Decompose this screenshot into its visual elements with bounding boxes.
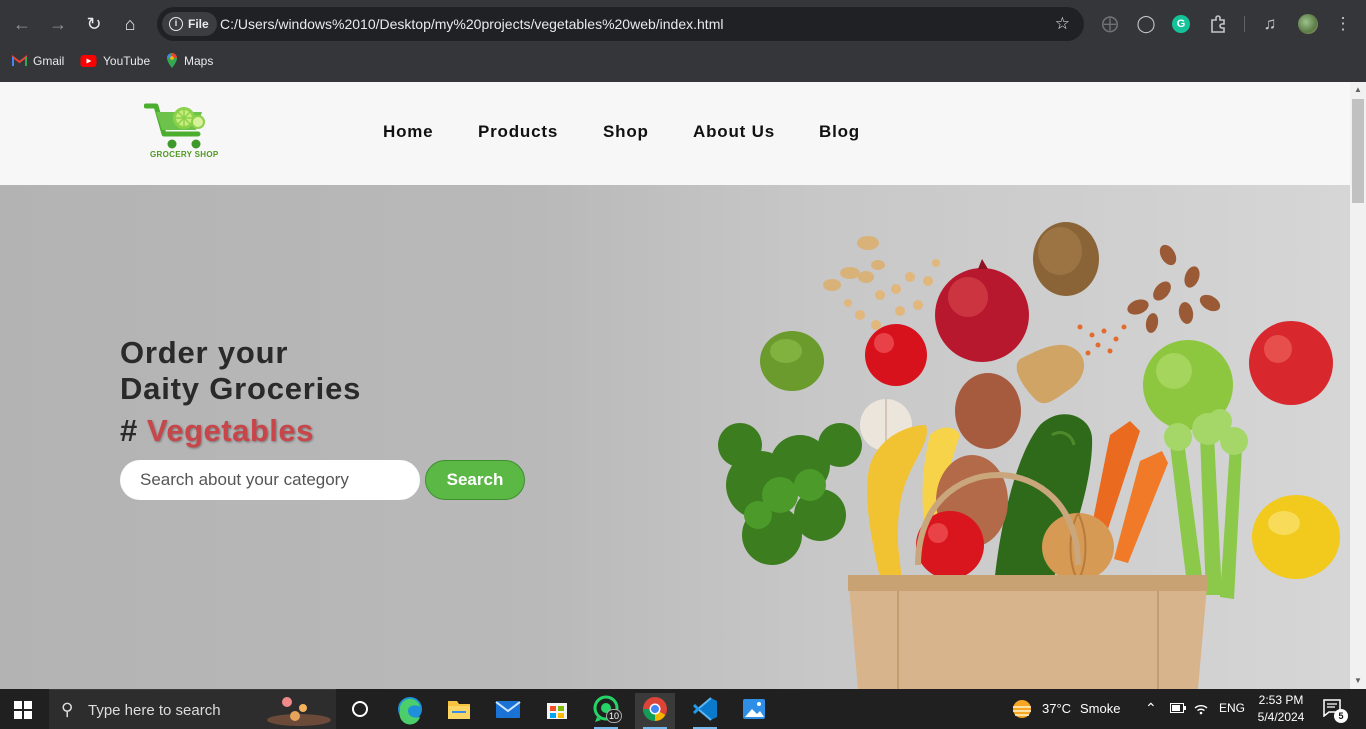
nav-blog[interactable]: Blog xyxy=(819,122,860,142)
whatsapp-icon[interactable]: 10 xyxy=(586,693,626,729)
back-arrow-icon[interactable]: ← xyxy=(10,12,34,36)
page-scrollbar[interactable]: ▲ ▼ xyxy=(1350,82,1366,689)
maps-icon xyxy=(167,53,177,69)
hero-title-line2: Daity Groceries xyxy=(120,371,362,406)
nav-shop[interactable]: Shop xyxy=(603,122,649,142)
weather-condition[interactable]: Smoke xyxy=(1080,701,1120,716)
hero-title-line1: Order your xyxy=(120,335,289,370)
chevron-up-icon[interactable]: ⌃ xyxy=(1145,700,1157,717)
home-icon[interactable]: ⌂ xyxy=(118,12,142,36)
info-icon: i xyxy=(169,17,183,31)
site-info-label: File xyxy=(188,17,209,31)
chrome-icon[interactable] xyxy=(635,693,675,729)
reload-icon[interactable]: ↻ xyxy=(82,12,106,36)
microsoft-store-icon[interactable] xyxy=(537,693,577,729)
bookmark-star-icon[interactable]: ☆ xyxy=(1055,14,1070,34)
bookmark-label: Gmail xyxy=(33,54,65,68)
vegetables-bag-image xyxy=(718,222,1340,689)
taskbar-search-box[interactable]: ⚲ Type here to search xyxy=(49,689,336,729)
bookmark-label: YouTube xyxy=(103,54,151,68)
clock-time: 2:53 PM xyxy=(1258,693,1304,707)
file-explorer-icon[interactable] xyxy=(439,693,479,729)
bookmarks-bar: Gmail YouTube Maps xyxy=(0,48,1366,74)
taskbar-clock[interactable]: 2:53 PM 5/4/2024 xyxy=(1252,692,1310,726)
nav-home[interactable]: Home xyxy=(383,122,433,142)
hero-tagline: # Vegetables xyxy=(120,413,314,449)
mail-icon[interactable] xyxy=(488,693,528,729)
compass-extension-icon[interactable]: ◯ xyxy=(1134,12,1158,36)
hero-accent-word: Vegetables xyxy=(146,413,314,448)
browser-chrome: ← → ↻ ⌂ i File C:/Users/windows%2010/Des… xyxy=(0,0,1366,82)
whatsapp-unread-badge: 10 xyxy=(606,709,622,723)
site-header: GROCERY SHOP Home Products Shop About Us… xyxy=(0,82,1350,185)
notification-center-icon[interactable]: 5 xyxy=(1322,699,1348,723)
vscode-icon[interactable] xyxy=(685,693,725,729)
windows-start-icon[interactable] xyxy=(14,701,32,719)
scroll-up-arrow-icon[interactable]: ▲ xyxy=(1350,82,1366,98)
taskbar-search-placeholder: Type here to search xyxy=(88,702,221,719)
menu-kebab-icon[interactable]: ⋮ xyxy=(1331,12,1355,36)
page-viewport: GROCERY SHOP Home Products Shop About Us… xyxy=(0,82,1366,689)
edge-browser-icon[interactable] xyxy=(390,693,430,729)
hero-title: Order your Daity Groceries xyxy=(120,335,361,407)
nav-products[interactable]: Products xyxy=(478,122,558,142)
youtube-icon xyxy=(80,54,97,67)
bookmark-maps[interactable]: Maps xyxy=(166,53,213,69)
toolbar-separator xyxy=(1244,16,1245,32)
page-zoom-icon[interactable]: ⨁ xyxy=(1098,12,1122,36)
category-search-input[interactable] xyxy=(120,460,420,500)
extensions-puzzle-icon[interactable] xyxy=(1206,12,1230,36)
scroll-down-arrow-icon[interactable]: ▼ xyxy=(1350,673,1366,689)
media-control-icon[interactable]: ♫ xyxy=(1258,12,1282,36)
bookmark-label: Maps xyxy=(184,54,214,68)
search-button[interactable]: Search xyxy=(425,460,525,500)
gmail-icon xyxy=(12,54,27,66)
photos-icon[interactable] xyxy=(734,693,774,729)
bookmark-gmail[interactable]: Gmail xyxy=(12,53,64,69)
address-bar[interactable]: i File C:/Users/windows%2010/Desktop/my%… xyxy=(157,7,1084,41)
clock-date: 5/4/2024 xyxy=(1257,710,1305,724)
task-view-button[interactable] xyxy=(340,693,380,729)
input-language[interactable]: ENG xyxy=(1219,701,1245,715)
notification-count-badge: 5 xyxy=(1334,709,1348,723)
nav-about-us[interactable]: About Us xyxy=(693,122,775,142)
grammarly-icon[interactable]: G xyxy=(1172,15,1190,33)
browser-toolbar: ← → ↻ ⌂ i File C:/Users/windows%2010/Des… xyxy=(0,0,1366,48)
logo-text: GROCERY SHOP xyxy=(150,150,219,159)
search-highlight-image xyxy=(267,697,331,726)
profile-avatar[interactable] xyxy=(1298,14,1318,34)
url-text[interactable]: C:/Users/windows%2010/Desktop/my%20proje… xyxy=(220,7,723,41)
site-info-chip[interactable]: i File xyxy=(162,12,217,36)
battery-icon[interactable] xyxy=(1170,702,1186,714)
windows-taskbar: ⚲ Type here to search 10 37°C Smoke ⌃ EN… xyxy=(0,689,1366,729)
search-icon: ⚲ xyxy=(61,700,74,719)
scroll-thumb[interactable] xyxy=(1352,99,1364,203)
bookmark-youtube[interactable]: YouTube xyxy=(80,53,150,69)
forward-arrow-icon[interactable]: → xyxy=(46,12,70,36)
weather-sun-haze-icon[interactable] xyxy=(1010,697,1034,721)
hero-section: Order your Daity Groceries # Vegetables … xyxy=(0,185,1350,689)
wifi-icon[interactable] xyxy=(1193,700,1209,716)
weather-temperature[interactable]: 37°C xyxy=(1042,701,1071,716)
hashtag-symbol: # xyxy=(120,413,138,448)
